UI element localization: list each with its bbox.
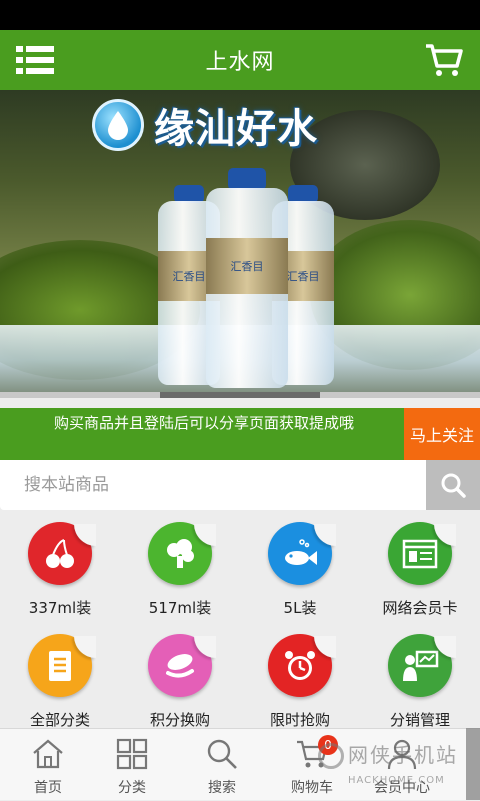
menu-icon [16,46,54,52]
category-item[interactable]: 积分换购 [120,622,240,730]
watermark: 网侠手机站 HACKHOME.COM [318,735,478,795]
broccoli-icon [148,522,216,585]
search-bar [0,460,480,510]
list-icon [28,634,96,697]
tab-search[interactable]: 搜索 [174,729,270,801]
presenter-icon [388,634,456,697]
category-item[interactable]: 517ml装 [120,510,240,618]
cart-icon [426,44,463,76]
water-drop-icon [92,99,144,151]
cherry-icon [28,522,96,585]
web-card-icon [388,522,456,585]
share-notice: 购买商品并且登陆后可以分享页面获取提成哦 马上关注 [0,408,480,460]
follow-button[interactable]: 马上关注 [404,408,480,460]
category-item[interactable]: 337ml装 [0,510,120,618]
notice-text: 购买商品并且登陆后可以分享页面获取提成哦 [54,414,355,432]
status-bar [0,0,480,30]
tab-category[interactable]: 分类 [84,729,180,801]
menu-button[interactable] [16,46,54,74]
search-icon [441,473,466,498]
search-button[interactable] [426,460,480,510]
category-grid: 337ml装 517ml装 5L装 网络会员卡 全部分类 积分换购 限时抢购 分… [0,510,480,730]
category-item[interactable]: 全部分类 [0,622,120,730]
search-input[interactable] [24,460,404,510]
banner-indicator [0,392,480,398]
coin-exchange-icon [148,634,216,697]
app-header: 上水网 [0,30,480,90]
category-item[interactable]: 5L装 [240,510,360,618]
alarm-clock-icon [268,634,336,697]
watermark-logo-icon [318,743,344,769]
page-title: 上水网 [205,50,275,75]
category-item[interactable]: 限时抢购 [240,622,360,730]
brand-logo: 缘汕好水 [92,96,318,154]
category-grid-icon [116,738,148,770]
promo-banner[interactable]: 缘汕好水 汇香目 汇香目 汇香目 [0,90,480,392]
header-cart-button[interactable] [424,42,464,78]
category-item[interactable]: 分销管理 [360,622,480,730]
category-item[interactable]: 网络会员卡 [360,510,480,618]
fish-icon [268,522,336,585]
water-bottle: 汇香目 [206,168,288,388]
brand-name: 缘汕好水 [154,106,318,152]
search-icon [207,739,237,769]
tab-home[interactable]: 首页 [0,729,96,801]
home-icon [33,739,63,769]
